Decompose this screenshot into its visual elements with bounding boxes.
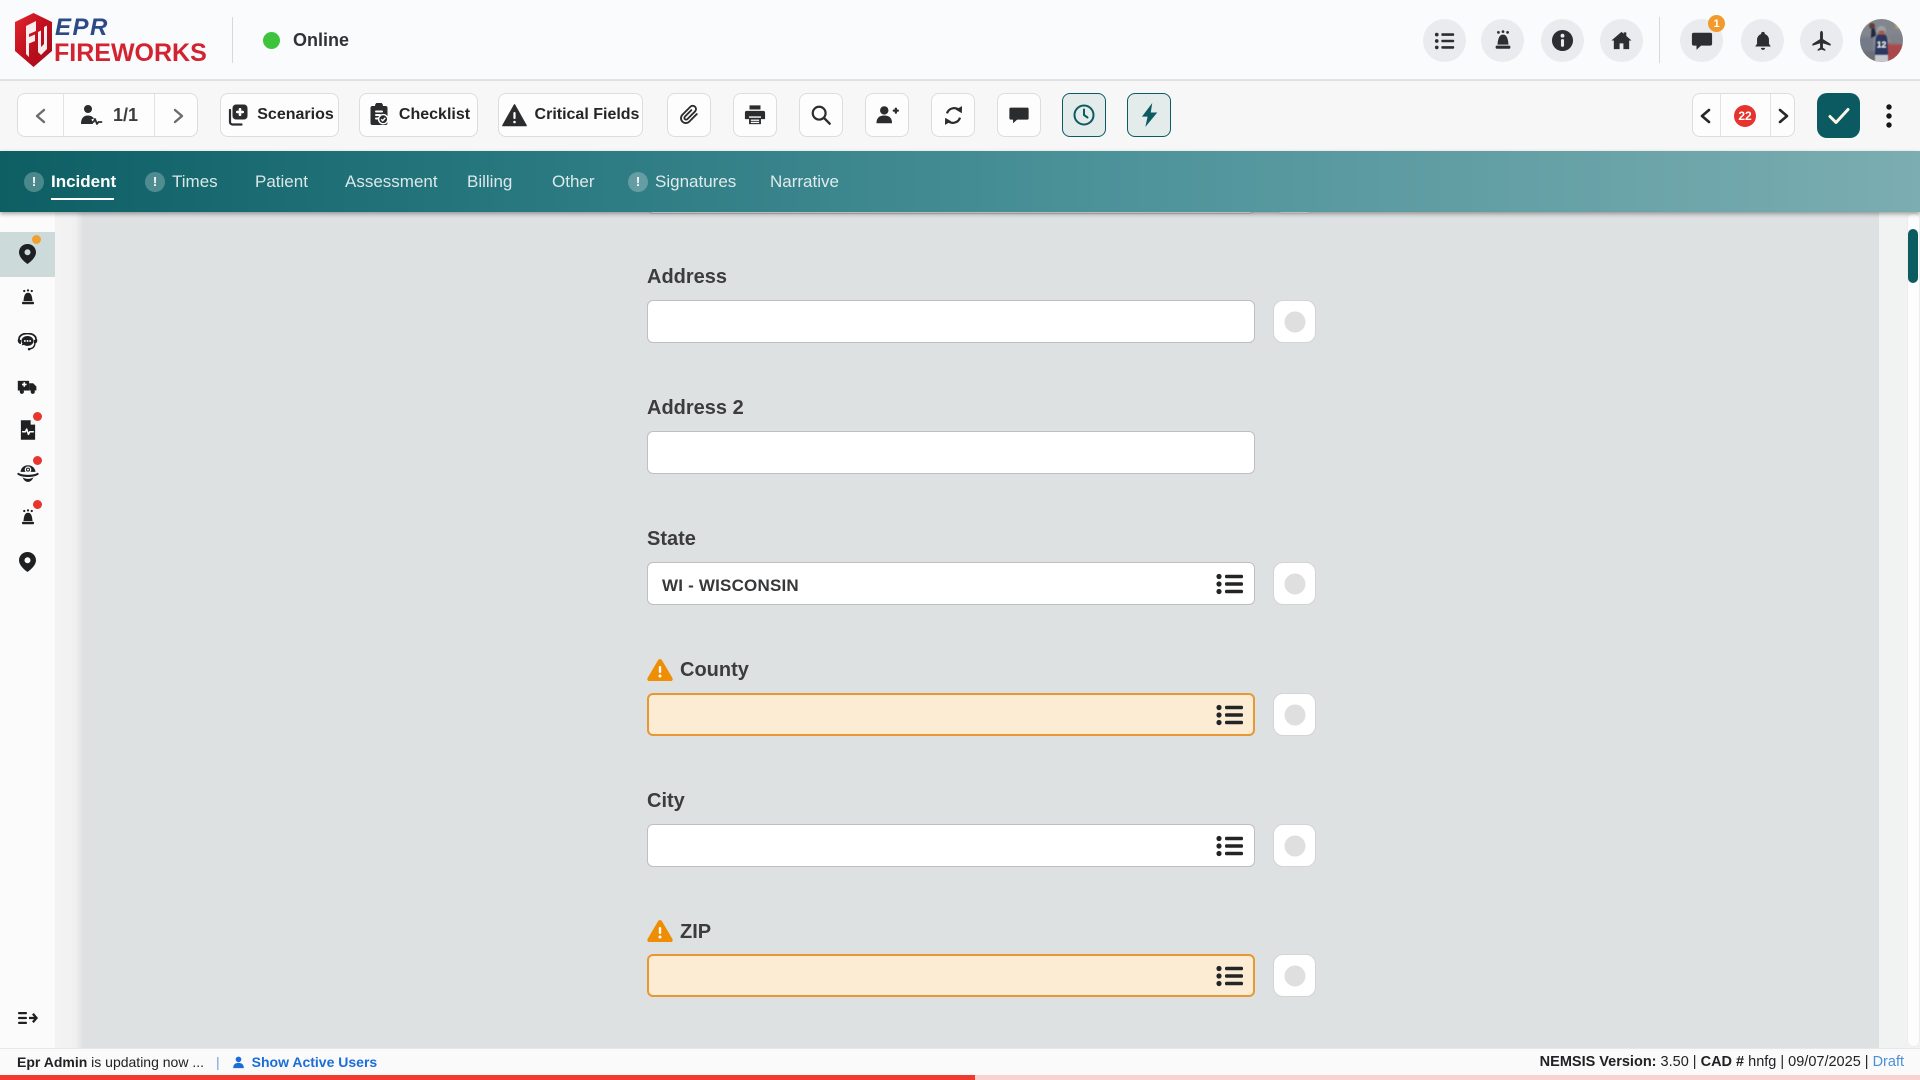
svg-text:12: 12 xyxy=(1877,40,1887,50)
